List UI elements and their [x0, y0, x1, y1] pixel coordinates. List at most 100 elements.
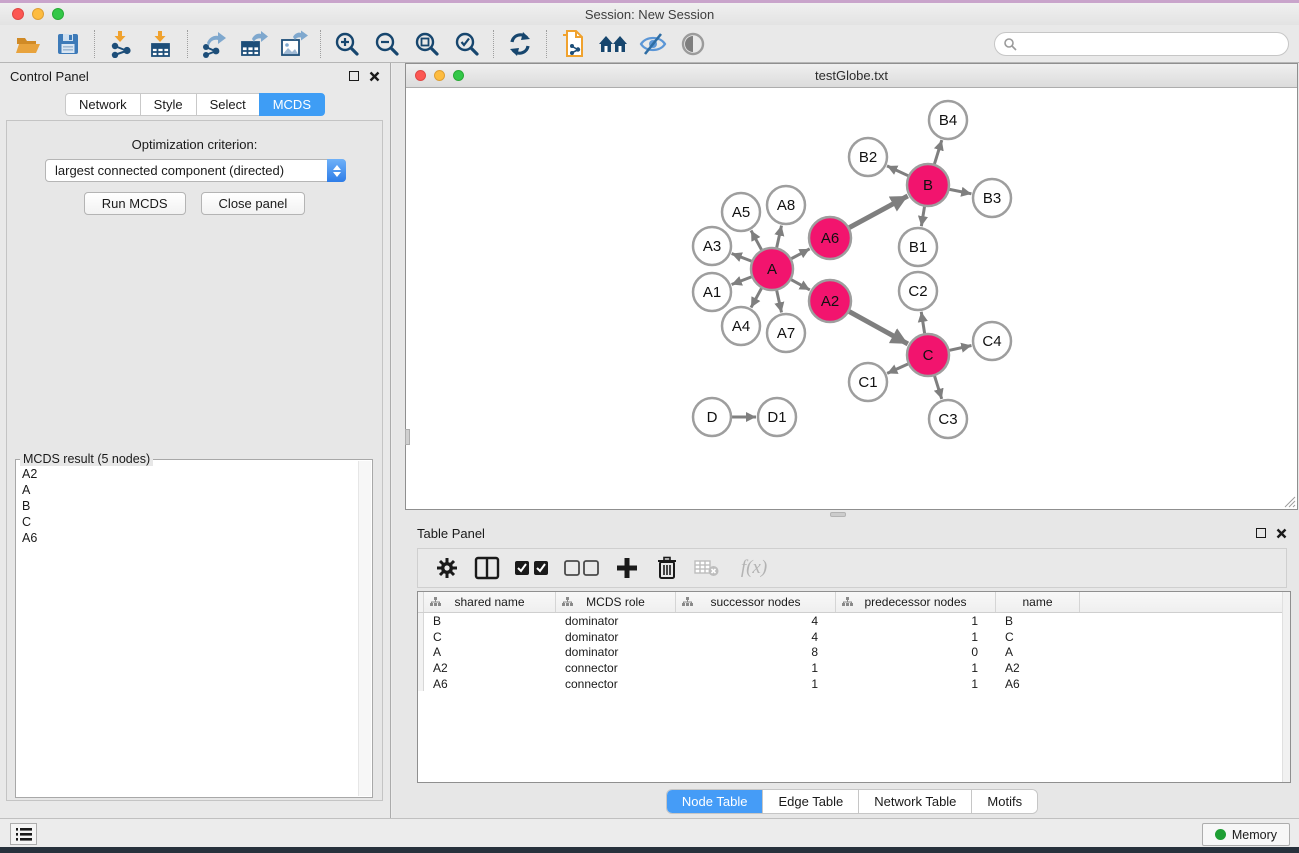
network-graph[interactable]: B4B2BB3A8A5A6A3B1AC2A1A2A4A7C4CC1DD1C3: [406, 88, 1297, 509]
table-scrollbar[interactable]: [1282, 592, 1290, 782]
show-column-icon[interactable]: [472, 553, 502, 583]
graph-edge-A-A5[interactable]: [751, 230, 761, 249]
memory-button[interactable]: Memory: [1202, 823, 1290, 846]
table-row[interactable]: Adominator80A: [418, 644, 1290, 660]
table-cell[interactable]: C: [996, 630, 1080, 644]
export-network-icon[interactable]: [194, 28, 234, 60]
function-builder-icon[interactable]: f(x): [732, 553, 776, 583]
table-row[interactable]: Bdominator41B: [418, 613, 1290, 629]
graph-edge-B-B4[interactable]: [934, 140, 941, 164]
zoom-fit-icon[interactable]: [407, 28, 447, 60]
column-header-predecessor-nodes[interactable]: predecessor nodes: [836, 592, 996, 612]
graph-edge-A-A3[interactable]: [732, 254, 752, 262]
graph-edge-A-A4[interactable]: [751, 288, 761, 307]
horizontal-splitter-handle[interactable]: [830, 512, 846, 517]
float-table-panel-icon[interactable]: [1256, 528, 1266, 538]
graph-edge-A6-B[interactable]: [849, 196, 907, 228]
save-session-icon[interactable]: [48, 28, 88, 60]
graph-edge-A2-C[interactable]: [849, 312, 908, 344]
table-cell[interactable]: 1: [836, 614, 996, 628]
table-cell[interactable]: 0: [836, 645, 996, 659]
delete-table-icon[interactable]: [692, 553, 722, 583]
tab-network-table[interactable]: Network Table: [859, 790, 972, 813]
graph-edge-A-A6[interactable]: [791, 249, 809, 259]
table-row[interactable]: A2connector11A2: [418, 660, 1290, 676]
table-cell[interactable]: A2: [424, 661, 556, 675]
deselect-all-checkboxes-icon[interactable]: [562, 553, 602, 583]
zoom-out-icon[interactable]: [367, 28, 407, 60]
table-cell[interactable]: B: [424, 614, 556, 628]
table-cell[interactable]: 1: [676, 677, 836, 691]
close-panel-button[interactable]: Close panel: [201, 192, 306, 215]
result-list-scrollbar[interactable]: [358, 461, 371, 796]
table-cell[interactable]: 1: [676, 661, 836, 675]
graph-edge-C-C3[interactable]: [935, 376, 942, 399]
table-cell[interactable]: B: [996, 614, 1080, 628]
settings-gear-icon[interactable]: [432, 553, 462, 583]
export-image-icon[interactable]: [274, 28, 314, 60]
tab-mcds[interactable]: MCDS: [259, 93, 325, 116]
close-panel-icon[interactable]: [369, 71, 380, 82]
table-cell[interactable]: 4: [676, 630, 836, 644]
graph-edge-A-A7[interactable]: [777, 290, 782, 312]
graph-edge-B-B3[interactable]: [950, 189, 972, 193]
graph-edge-B-B2[interactable]: [887, 166, 908, 176]
task-history-button[interactable]: [10, 823, 37, 845]
zoom-in-icon[interactable]: [327, 28, 367, 60]
table-cell[interactable]: 1: [836, 661, 996, 675]
tab-edge-table[interactable]: Edge Table: [763, 790, 859, 813]
open-session-icon[interactable]: [8, 28, 48, 60]
zoom-selected-icon[interactable]: [447, 28, 487, 60]
import-table-icon[interactable]: [141, 28, 181, 60]
table-row[interactable]: A6connector11A6: [418, 676, 1290, 692]
table-cell[interactable]: 1: [836, 630, 996, 644]
graph-edge-A-A1[interactable]: [732, 277, 752, 285]
refresh-layout-icon[interactable]: [500, 28, 540, 60]
table-cell[interactable]: A: [424, 645, 556, 659]
global-search-field[interactable]: [994, 32, 1289, 56]
import-network-icon[interactable]: [101, 28, 141, 60]
close-table-panel-icon[interactable]: [1276, 528, 1287, 539]
table-cell[interactable]: 4: [676, 614, 836, 628]
delete-column-icon[interactable]: [652, 553, 682, 583]
column-header-name[interactable]: name: [996, 592, 1080, 612]
graph-edge-C-C1[interactable]: [887, 364, 908, 373]
new-network-from-selection-icon[interactable]: [553, 28, 593, 60]
table-cell[interactable]: A6: [424, 677, 556, 691]
network-canvas[interactable]: B4B2BB3A8A5A6A3B1AC2A1A2A4A7C4CC1DD1C3: [406, 88, 1297, 509]
table-cell[interactable]: A6: [996, 677, 1080, 691]
tab-motifs[interactable]: Motifs: [972, 790, 1037, 813]
table-cell[interactable]: 1: [836, 677, 996, 691]
canvas-left-handle[interactable]: [405, 429, 410, 445]
table-cell[interactable]: dominator: [556, 645, 676, 659]
export-table-icon[interactable]: [234, 28, 274, 60]
tab-select[interactable]: Select: [196, 93, 259, 116]
table-cell[interactable]: C: [424, 630, 556, 644]
tab-node-table[interactable]: Node Table: [667, 790, 764, 813]
float-panel-icon[interactable]: [349, 71, 359, 81]
graph-edge-A-A2[interactable]: [791, 280, 810, 290]
graph-edge-A-A8[interactable]: [777, 226, 782, 248]
column-header-mcds-role[interactable]: MCDS role: [556, 592, 676, 612]
table-cell[interactable]: dominator: [556, 614, 676, 628]
show-all-icon[interactable]: [673, 28, 713, 60]
tab-network[interactable]: Network: [65, 93, 140, 116]
search-input[interactable]: [1017, 34, 1288, 54]
add-column-icon[interactable]: [612, 553, 642, 583]
graph-edge-C-C2[interactable]: [921, 312, 924, 334]
hide-selected-icon[interactable]: [633, 28, 673, 60]
graph-edge-B-B1[interactable]: [921, 207, 924, 227]
run-mcds-button[interactable]: Run MCDS: [84, 192, 186, 215]
column-header-shared-name[interactable]: shared name: [424, 592, 556, 612]
tab-style[interactable]: Style: [140, 93, 196, 116]
table-cell[interactable]: 8: [676, 645, 836, 659]
criterion-dropdown[interactable]: largest connected component (directed): [45, 159, 346, 182]
first-neighbors-icon[interactable]: [593, 28, 633, 60]
column-header-successor-nodes[interactable]: successor nodes: [676, 592, 836, 612]
graph-edge-C-C4[interactable]: [949, 345, 971, 350]
table-row[interactable]: Cdominator41C: [418, 629, 1290, 645]
select-all-checkboxes-icon[interactable]: [512, 553, 552, 583]
table-cell[interactable]: connector: [556, 677, 676, 691]
table-cell[interactable]: A2: [996, 661, 1080, 675]
table-cell[interactable]: connector: [556, 661, 676, 675]
